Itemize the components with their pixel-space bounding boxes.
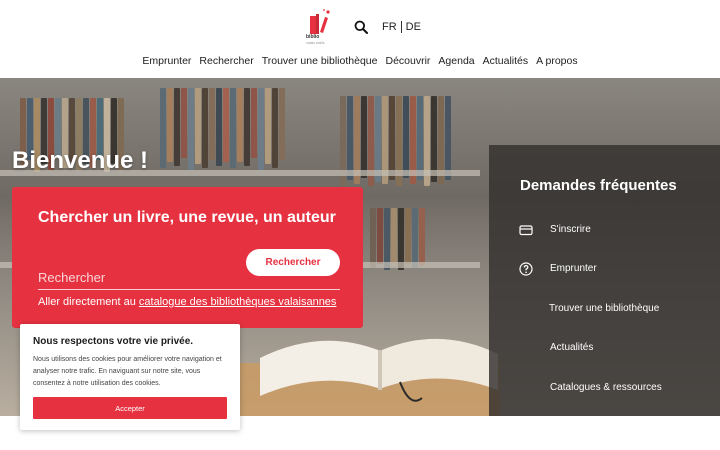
logo-text: biblio <box>306 34 320 40</box>
faq-panel: Demandes fréquentes S'inscrire Emprunter… <box>489 145 720 416</box>
logo-subtext: valais wallis <box>306 41 325 45</box>
lang-de[interactable]: DE <box>406 21 421 33</box>
bookshelf-row <box>370 208 425 270</box>
language-switcher: FR DE <box>382 21 421 33</box>
cookie-title: Nous respectons votre vie privée. <box>33 336 194 347</box>
faq-item-label: Trouver une bibliothèque <box>549 303 660 314</box>
site-header: biblio valais wallis FR DE Emprunter Rec… <box>0 0 720 78</box>
cookie-banner: Nous respectons votre vie privée. Nous u… <box>20 324 240 430</box>
open-book-image <box>260 338 498 402</box>
welcome-heading: Bienvenue ! <box>12 147 149 174</box>
cookie-text: Nous utilisons des cookies pour améliore… <box>33 356 222 387</box>
faq-item-label: Catalogues & ressources <box>550 382 662 393</box>
main-nav: Emprunter Rechercher Trouver une bibliot… <box>0 55 720 67</box>
faq-item-trouver-bibliotheque[interactable]: Trouver une bibliothèque <box>489 294 720 324</box>
question-icon <box>519 262 533 276</box>
nav-item-trouver-bibliotheque[interactable]: Trouver une bibliothèque <box>258 55 382 67</box>
search-card: Chercher un livre, une revue, un auteur … <box>12 187 363 328</box>
faq-item-label: Emprunter <box>550 263 597 274</box>
catalog-line: Aller directement au catalogue des bibli… <box>38 296 336 308</box>
catalog-prefix: Aller directement au <box>38 296 139 308</box>
catalog-link[interactable]: catalogue des bibliothèques valaisannes <box>139 296 337 308</box>
bookshelf-row <box>160 88 285 170</box>
faq-item-sinscrire[interactable]: S'inscrire <box>489 215 720 245</box>
lang-divider <box>400 21 402 33</box>
nav-item-decouvrir[interactable]: Découvrir <box>381 55 434 67</box>
nav-item-a-propos[interactable]: A propos <box>532 55 581 67</box>
nav-item-emprunter[interactable]: Emprunter <box>138 55 195 67</box>
lang-fr[interactable]: FR <box>382 21 397 33</box>
faq-title: Demandes fréquentes <box>520 177 677 194</box>
faq-item-label: S'inscrire <box>550 224 591 235</box>
accept-cookies-button[interactable]: Accepter <box>33 397 227 419</box>
nav-item-rechercher[interactable]: Rechercher <box>195 55 257 67</box>
faq-item-catalogues[interactable]: Catalogues & ressources <box>489 373 720 403</box>
nav-item-actualites[interactable]: Actualités <box>479 55 533 67</box>
search-card-title: Chercher un livre, une revue, un auteur <box>38 209 336 226</box>
nav-item-agenda[interactable]: Agenda <box>434 55 478 67</box>
faq-item-emprunter[interactable]: Emprunter <box>489 254 720 284</box>
card-icon <box>519 225 533 236</box>
faq-item-label: Actualités <box>550 342 594 353</box>
search-button[interactable]: Rechercher <box>246 249 340 276</box>
search-icon[interactable] <box>354 20 368 34</box>
faq-item-actualites[interactable]: Actualités <box>489 333 720 363</box>
